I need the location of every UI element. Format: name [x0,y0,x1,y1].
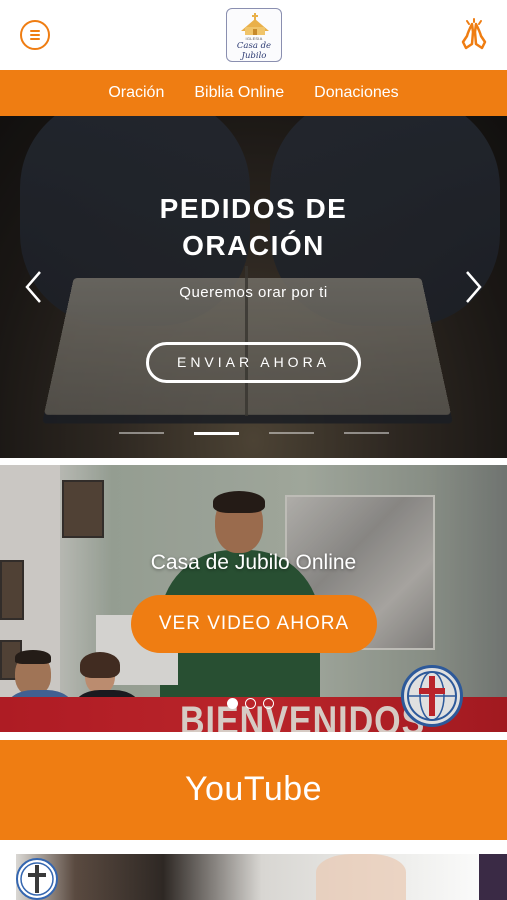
thumbnail-hand [316,854,406,900]
hero-title: PEDIDOS DE ORACIÓN [159,193,348,261]
video-slide-indicators [227,698,287,710]
church-logo[interactable]: IGLESIA Casa de Jubilo [226,8,282,62]
hero-slider: PEDIDOS DE ORACIÓN Queremos orar por ti … [0,116,507,458]
video-slider: BIENVENIDOS Casa de Jubilo Online VER VI… [0,465,507,732]
nav-item-oracion[interactable]: Oración [108,84,164,102]
hamburger-icon[interactable] [20,20,50,50]
main-nav: Oración Biblia Online Donaciones [0,70,507,116]
hero-subtitle: Queremos orar por ti [179,284,328,301]
youtube-video-thumbnail[interactable] [16,854,507,900]
youtube-section[interactable]: YouTube [0,740,507,840]
hero-slide-indicator[interactable] [343,432,389,434]
video-title: Casa de Jubilo Online [150,551,357,574]
thumbnail-edge [479,854,507,900]
chevron-left-icon[interactable] [22,268,46,306]
enviar-ahora-button[interactable]: ENVIAR AHORA [146,342,361,383]
praying-hands-icon[interactable] [458,18,490,52]
logo-script-text: Casa de Jubilo [236,41,272,61]
nav-item-biblia-online[interactable]: Biblia Online [194,84,284,102]
chevron-right-icon[interactable] [461,268,485,306]
nav-item-donaciones[interactable]: Donaciones [314,84,399,102]
hero-slide-indicator[interactable] [268,432,314,434]
hero-slide-indicator[interactable] [118,432,164,434]
video-slide-dot[interactable] [245,698,256,709]
hero-slide-indicator[interactable] [193,432,239,435]
video-slide-dot[interactable] [263,698,274,709]
globe-cross-icon [16,858,58,900]
ver-video-ahora-button[interactable]: VER VIDEO AHORA [131,595,377,653]
youtube-label: YouTube [184,770,323,808]
church-building-icon [241,13,269,35]
header: IGLESIA Casa de Jubilo [0,0,507,70]
hero-slide-indicators [0,432,507,436]
video-slide-dot[interactable] [227,698,238,709]
